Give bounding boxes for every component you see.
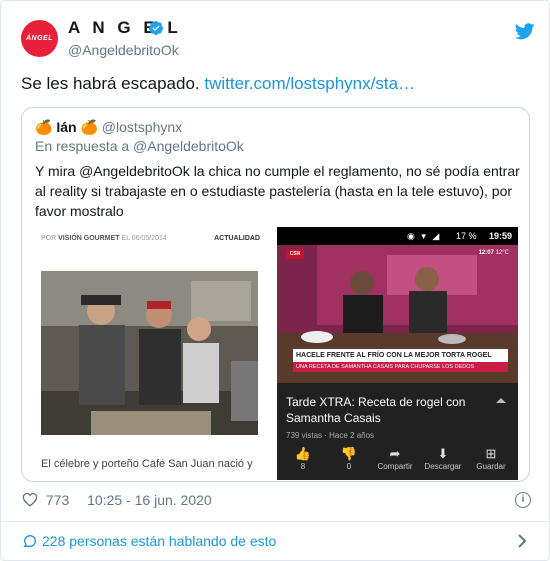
- dislike-count: 0: [346, 462, 352, 471]
- thumbs-down-icon: 👎: [340, 446, 358, 461]
- video-info: Tarde XTRA: Receta de rogel con Samantha…: [277, 383, 518, 480]
- comment-icon: [23, 534, 37, 547]
- tweet-body: Se les habrá escapado.: [21, 74, 200, 93]
- like-count: 8: [300, 462, 306, 471]
- embedded-tweet: ÁNGEL A N G E L @AngeldebritoOk Se les h…: [0, 0, 550, 561]
- quoted-user[interactable]: 🍊 Ián 🍊 @lostsphynx: [35, 119, 182, 136]
- orange-emoji-icon: 🍊: [80, 119, 98, 135]
- video-actions: 👍 8 👎 0 ➦ Compartir ⬇ Descargar ⊞ Guardar: [277, 445, 518, 475]
- quoted-handle: @lostsphynx: [101, 119, 183, 135]
- chefs-photo: [41, 271, 258, 435]
- orange-emoji-icon: 🍊: [35, 119, 53, 135]
- download-label: Descargar: [424, 462, 462, 471]
- quoted-text: Y mira @AngeldebritoOk la chica no cumpl…: [35, 163, 520, 219]
- tweet-text: Se les habrá escapado. twitter.com/losts…: [21, 74, 415, 94]
- tweet-stats: 773 10:25 - 16 jun. 2020: [22, 492, 212, 508]
- status-icons: ◉ ▾ ◢: [407, 231, 442, 241]
- quoted-tweet[interactable]: 🍊 Ián 🍊 @lostsphynx En respuesta a @Ange…: [21, 107, 530, 482]
- twitter-bird-icon[interactable]: [515, 23, 535, 40]
- quoted-media[interactable]: POR VISIÓN GOURMET EL 06/05/2014 ACTUALI…: [33, 227, 518, 480]
- download-icon: ⬇: [437, 446, 449, 461]
- playlist-add-icon: ⊞: [485, 446, 497, 461]
- share-label: Compartir: [377, 462, 413, 471]
- reply-to-label: En respuesta a @AngeldebritoOk: [35, 138, 244, 154]
- quoted-name: Ián: [56, 119, 77, 135]
- chevron-right-icon[interactable]: [517, 534, 527, 548]
- overlay-temp: 12°C: [495, 250, 509, 256]
- overlay-clock: 12:07: [478, 250, 494, 256]
- verified-badge-icon: [148, 21, 163, 35]
- download-button[interactable]: ⬇ Descargar: [419, 445, 467, 471]
- clock: 19:59: [488, 231, 512, 241]
- conversation-label: 228 personas están hablando de esto: [42, 533, 277, 549]
- conversation-link[interactable]: 228 personas están hablando de esto: [22, 533, 276, 549]
- overlay-time: 12:07 12°C: [479, 250, 509, 256]
- article-by: POR: [41, 235, 57, 242]
- divider: [1, 521, 549, 522]
- heart-icon[interactable]: [22, 492, 38, 507]
- info-icon[interactable]: i: [515, 492, 531, 508]
- video-frame[interactable]: CSN 12:07 12°C HACELE FRENTE AL FRÍO CON…: [277, 245, 518, 383]
- like-count[interactable]: 773: [46, 492, 69, 508]
- expand-chevron-icon[interactable]: [496, 398, 506, 403]
- save-button[interactable]: ⊞ Guardar: [467, 445, 515, 471]
- avatar[interactable]: ÁNGEL: [21, 20, 58, 57]
- video-title: Tarde XTRA: Receta de rogel con Samantha…: [286, 395, 466, 425]
- channel-logo: CSN: [286, 249, 304, 259]
- phone-status-bar: ◉ ▾ ◢ 17 % 19:59: [277, 227, 518, 245]
- tweet-link[interactable]: twitter.com/lostsphynx/sta…: [204, 74, 415, 93]
- article-body: El célebre y porteño Café San Juan nació…: [41, 458, 253, 470]
- share-button[interactable]: ➦ Compartir: [371, 445, 419, 471]
- like-button[interactable]: 👍 8: [279, 445, 327, 471]
- video-banner: HACELE FRENTE AL FRÍO CON LA MEJOR TORTA…: [293, 349, 508, 362]
- article-source: VISIÓN GOURMET: [58, 235, 120, 242]
- article-section: ACTUALIDAD: [214, 235, 260, 242]
- battery-level: 17 %: [456, 231, 477, 241]
- dislike-button[interactable]: 👎 0: [325, 445, 373, 471]
- article-image[interactable]: POR VISIÓN GOURMET EL 06/05/2014 ACTUALI…: [33, 227, 274, 480]
- video-subbanner: UNA RECETA DE SAMANTHA CASAIS PARA CHUPA…: [293, 362, 508, 372]
- video-views: 739 vistas · Hace 2 años: [286, 431, 375, 440]
- tweet-timestamp[interactable]: 10:25 - 16 jun. 2020: [87, 492, 212, 508]
- author-handle[interactable]: @AngeldebritoOk: [68, 42, 179, 58]
- article-meta: POR VISIÓN GOURMET EL 06/05/2014: [41, 235, 167, 242]
- article-date: EL 06/05/2014: [121, 235, 167, 242]
- share-icon: ➦: [389, 446, 401, 461]
- thumbs-up-icon: 👍: [294, 446, 312, 461]
- youtube-screenshot[interactable]: ◉ ▾ ◢ 17 % 19:59 CSN 12:07 12°C HACELE F…: [277, 227, 518, 480]
- save-label: Guardar: [476, 462, 506, 471]
- author-name[interactable]: A N G E L: [68, 18, 182, 38]
